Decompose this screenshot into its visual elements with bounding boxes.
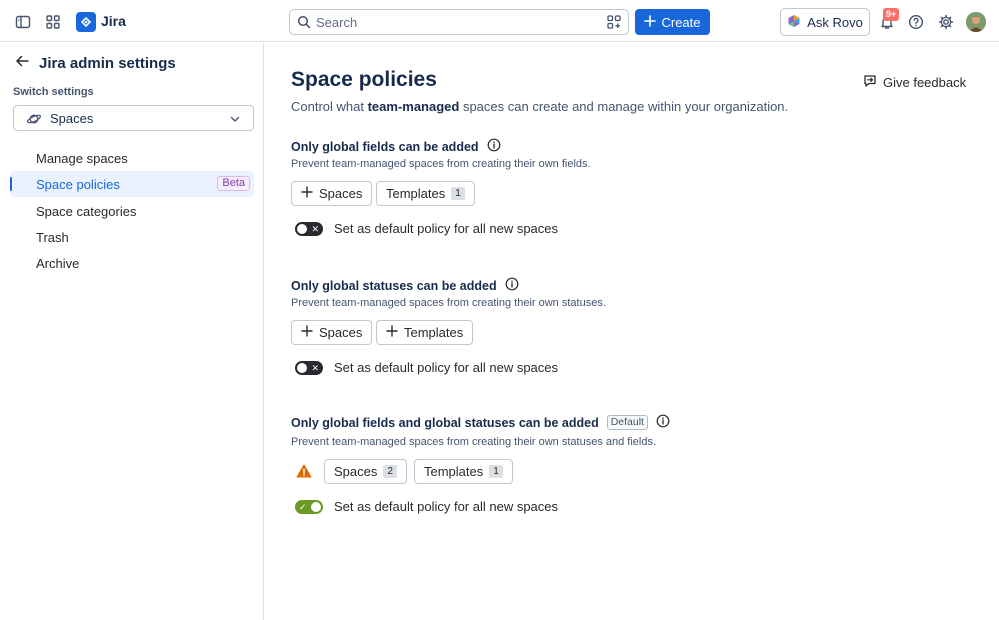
- sidebar-header: Jira admin settings: [14, 53, 176, 74]
- policy-description: Prevent team-managed spaces from creatin…: [291, 297, 606, 309]
- default-policy-toggle[interactable]: ✓: [295, 499, 323, 514]
- templates-count: 1: [451, 187, 465, 200]
- add-spaces-button[interactable]: Spaces: [291, 320, 373, 345]
- info-icon[interactable]: [487, 138, 501, 155]
- info-icon[interactable]: [505, 277, 519, 294]
- admin-sidebar: Jira admin settings Switch settings Spac…: [0, 43, 264, 620]
- switch-settings-select[interactable]: Spaces: [13, 105, 254, 131]
- search-icon: [297, 15, 311, 34]
- sidebar-item-label: Space policies: [36, 176, 120, 192]
- settings-gear-icon[interactable]: [935, 11, 957, 33]
- policy-description: Prevent team-managed spaces from creatin…: [291, 436, 657, 448]
- default-badge: Default: [606, 415, 648, 430]
- templates-count: 1: [489, 465, 503, 478]
- feedback-icon: [863, 74, 877, 91]
- policy-title: Only global fields and global statuses c…: [291, 414, 670, 431]
- sidebar-toggle-icon[interactable]: [12, 11, 34, 33]
- policy-description: Prevent team-managed spaces from creatin…: [291, 158, 591, 170]
- plus-icon: [301, 186, 313, 201]
- search-filter-icon[interactable]: [606, 14, 622, 35]
- policy-title: Only global fields can be added: [291, 138, 501, 155]
- chevron-down-icon: [229, 112, 241, 130]
- plus-icon: [301, 325, 313, 340]
- toggle-label: Set as default policy for all new spaces: [334, 499, 559, 514]
- page-description: Control what team-managed spaces can cre…: [291, 99, 789, 114]
- sidebar-item-space-policies[interactable]: Space policies Beta: [10, 171, 254, 197]
- spaces-planet-icon: [26, 111, 42, 132]
- sidebar-item-label: Archive: [36, 255, 80, 271]
- active-indicator: [10, 177, 12, 191]
- sidebar-item-label: Space categories: [36, 203, 137, 219]
- top-navigation: Jira Search Create Ask Rovo 9+: [0, 0, 999, 42]
- toggle-label: Set as default policy for all new spaces: [334, 360, 559, 375]
- plus-icon: [644, 14, 657, 30]
- default-policy-toggle-row: ✕ Set as default policy for all new spac…: [295, 360, 558, 375]
- sidebar-title: Jira admin settings: [39, 55, 176, 72]
- templates-button[interactable]: Templates 1: [376, 181, 475, 206]
- warning-icon: [296, 464, 312, 483]
- give-feedback-button[interactable]: Give feedback: [863, 74, 966, 91]
- templates-button[interactable]: Templates 1: [414, 459, 513, 484]
- default-policy-toggle-row: ✕ Set as default policy for all new spac…: [295, 221, 558, 236]
- spaces-button[interactable]: Spaces 2: [324, 459, 407, 484]
- ask-rovo-button[interactable]: Ask Rovo: [780, 8, 870, 36]
- main-content: Space policies Give feedback Control wha…: [265, 43, 999, 620]
- help-icon[interactable]: [905, 11, 927, 33]
- ask-rovo-label: Ask Rovo: [807, 14, 863, 30]
- add-spaces-button[interactable]: Spaces: [291, 181, 373, 206]
- back-arrow-icon[interactable]: [14, 53, 30, 74]
- switch-settings-value: Spaces: [50, 110, 94, 126]
- default-policy-toggle[interactable]: ✕: [295, 360, 323, 375]
- plus-icon: [386, 325, 398, 340]
- toggle-label: Set as default policy for all new spaces: [334, 221, 559, 236]
- sidebar-item-manage-spaces[interactable]: Manage spaces: [10, 145, 254, 171]
- create-label: Create: [661, 14, 701, 30]
- beta-badge: Beta: [217, 176, 250, 191]
- sidebar-item-trash[interactable]: Trash: [10, 224, 254, 250]
- search-input[interactable]: Search: [289, 9, 629, 35]
- page-title: Space policies: [291, 68, 437, 91]
- rovo-icon: [787, 14, 801, 31]
- spaces-count: 2: [383, 465, 397, 478]
- create-button[interactable]: Create: [635, 9, 710, 35]
- notification-badge: 9+: [883, 8, 900, 21]
- sidebar-item-label: Trash: [36, 229, 69, 245]
- user-avatar[interactable]: [966, 12, 986, 32]
- search-placeholder: Search: [316, 14, 358, 30]
- default-policy-toggle[interactable]: ✕: [295, 221, 323, 236]
- info-icon[interactable]: [656, 414, 670, 431]
- default-policy-toggle-row: ✓ Set as default policy for all new spac…: [295, 499, 558, 514]
- app-switcher-icon[interactable]: [42, 11, 64, 33]
- sidebar-item-label: Manage spaces: [36, 150, 128, 166]
- sidebar-item-archive[interactable]: Archive: [10, 250, 254, 276]
- switch-settings-label: Switch settings: [13, 86, 94, 98]
- jira-logo-icon[interactable]: [76, 12, 96, 32]
- sidebar-item-space-categories[interactable]: Space categories: [10, 198, 254, 224]
- add-templates-button[interactable]: Templates: [376, 320, 474, 345]
- give-feedback-label: Give feedback: [883, 75, 967, 90]
- policy-title: Only global statuses can be added: [291, 277, 519, 294]
- app-name[interactable]: Jira: [101, 13, 126, 29]
